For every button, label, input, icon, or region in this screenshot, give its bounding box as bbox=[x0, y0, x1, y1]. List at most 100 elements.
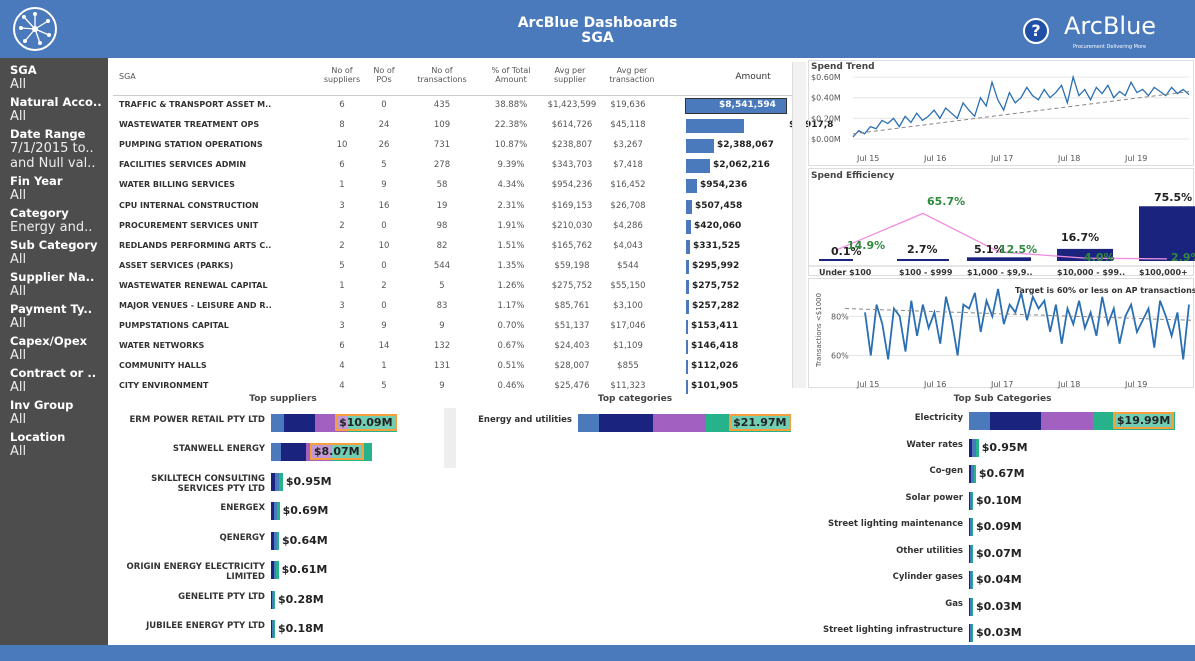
top-suppliers-scrollbar[interactable] bbox=[444, 408, 456, 468]
filter-value[interactable]: 7/1/2015 to.. bbox=[10, 141, 108, 156]
bar-row[interactable]: Other utilities $0.07M bbox=[815, 541, 1190, 568]
amount-bar[interactable] bbox=[686, 179, 697, 194]
sga-table-scrollbar[interactable] bbox=[792, 62, 806, 388]
amount-bar[interactable] bbox=[686, 199, 692, 214]
filter-value[interactable]: All bbox=[10, 188, 108, 203]
table-row[interactable]: TRAFFIC & TRANSPORT ASSET M.. 6 0 435 38.88%… bbox=[113, 96, 803, 116]
stacked-bar[interactable] bbox=[271, 561, 279, 580]
filter-value[interactable]: All bbox=[10, 316, 108, 331]
filter-value[interactable]: All bbox=[10, 284, 108, 299]
amount-bar[interactable] bbox=[686, 279, 689, 294]
bar-row[interactable]: GENELITE PTY LTD $0.28M bbox=[113, 585, 443, 615]
table-row[interactable]: ASSET SERVICES (PARKS) 5 0 544 1.35% $59,198 $… bbox=[113, 257, 803, 277]
bar-row[interactable]: Co-gen $0.67M bbox=[815, 461, 1190, 488]
filter-6[interactable]: Supplier Na.. All bbox=[10, 271, 108, 299]
column-header[interactable]: Avg per supplier bbox=[545, 66, 595, 84]
bar-row[interactable]: Street lighting infrastructure $0.03M bbox=[815, 620, 1190, 647]
stacked-bar[interactable] bbox=[969, 544, 973, 563]
filter-11[interactable]: Location All bbox=[10, 431, 108, 459]
amount-bar[interactable] bbox=[686, 119, 744, 134]
filter-value[interactable]: All bbox=[10, 77, 108, 92]
stacked-bar[interactable] bbox=[969, 491, 973, 510]
filter-10[interactable]: Inv Group All bbox=[10, 399, 108, 427]
table-row[interactable]: WASTEWATER RENEWAL CAPITAL 1 2 5 1.26% $275,7… bbox=[113, 277, 803, 297]
column-header[interactable]: No of transactions bbox=[409, 66, 475, 84]
filter-4[interactable]: Category Energy and.. bbox=[10, 207, 108, 235]
filter-value[interactable]: Energy and.. bbox=[10, 220, 108, 235]
sga-pos: 1 bbox=[381, 361, 387, 372]
filter-0[interactable]: SGA All bbox=[10, 64, 108, 92]
table-row[interactable]: MAJOR VENUES - LEISURE AND R.. 3 0 83 1.17% $… bbox=[113, 297, 803, 317]
column-header[interactable]: No of POs bbox=[369, 66, 399, 84]
amount-bar[interactable] bbox=[686, 159, 710, 174]
stacked-bar[interactable] bbox=[969, 571, 973, 590]
filter-1[interactable]: Natural Acco.. All bbox=[10, 96, 108, 124]
column-header[interactable]: Avg per transaction bbox=[603, 66, 661, 84]
stacked-bar[interactable] bbox=[969, 518, 973, 537]
bar-row[interactable]: Water rates $0.95M bbox=[815, 435, 1190, 462]
filter-value[interactable]: All bbox=[10, 380, 108, 395]
filter-value[interactable]: All bbox=[10, 252, 108, 267]
bar-row[interactable]: Solar power $0.10M bbox=[815, 488, 1190, 515]
filter-8[interactable]: Capex/Opex All bbox=[10, 335, 108, 363]
bar-row[interactable]: Cylinder gases $0.04M bbox=[815, 567, 1190, 594]
filter-value[interactable]: All bbox=[10, 109, 108, 124]
stacked-bar[interactable] bbox=[271, 472, 283, 491]
stacked-bar[interactable] bbox=[969, 624, 973, 643]
table-row[interactable]: WATER NETWORKS 6 14 132 0.67% $24,403 $1,109 $1… bbox=[113, 337, 803, 357]
column-header[interactable]: % of Total Amount bbox=[483, 66, 539, 84]
table-row[interactable]: PUMPING STATION OPERATIONS 10 26 731 10.87% $… bbox=[113, 136, 803, 156]
filter-value[interactable]: All bbox=[10, 444, 108, 459]
amount-bar[interactable] bbox=[686, 259, 689, 274]
table-row[interactable]: REDLANDS PERFORMING ARTS C.. 2 10 82 1.51% $1… bbox=[113, 237, 803, 257]
filter-2[interactable]: Date Range 7/1/2015 to.. and Null val.. bbox=[10, 128, 108, 171]
bar-row[interactable]: Street lighting maintenance $0.09M bbox=[815, 514, 1190, 541]
stacked-bar[interactable] bbox=[271, 531, 279, 550]
bar-row[interactable]: Energy and utilities $21.97M bbox=[460, 408, 810, 438]
table-row[interactable]: WATER BILLING SERVICES 1 9 58 4.34% $954,236 $… bbox=[113, 176, 803, 196]
column-header[interactable]: No of suppliers bbox=[321, 66, 363, 84]
bar-row[interactable]: QENERGY $0.64M bbox=[113, 526, 443, 556]
stacked-bar[interactable] bbox=[271, 502, 280, 521]
bar-row[interactable]: ORIGIN ENERGY ELECTRICITY LIMITED $0.61M bbox=[113, 556, 443, 586]
bar-row[interactable]: SKILLTECH CONSULTING SERVICES PTY LTD $0.… bbox=[113, 467, 443, 497]
bar-row[interactable]: Electricity $19.99M bbox=[815, 408, 1190, 435]
filter-3[interactable]: Fin Year All bbox=[10, 175, 108, 203]
table-row[interactable]: COMMUNITY HALLS 4 1 131 0.51% $28,007 $855 $112… bbox=[113, 357, 803, 377]
filter-value[interactable]: All bbox=[10, 412, 108, 427]
bar-segment bbox=[271, 413, 284, 432]
stacked-bar[interactable] bbox=[969, 465, 976, 484]
amount-bar[interactable] bbox=[686, 380, 688, 395]
amount-bar[interactable] bbox=[686, 300, 689, 314]
table-row[interactable]: PUMPSTATIONS CAPITAL 3 9 9 0.70% $51,137 $17,0… bbox=[113, 317, 803, 337]
bar-row[interactable]: ENERGEX $0.69M bbox=[113, 497, 443, 527]
table-row[interactable]: PROCUREMENT SERVICES UNIT 2 0 98 1.91% $210,0… bbox=[113, 217, 803, 237]
amount-label: $954,236 bbox=[700, 180, 748, 191]
help-icon[interactable]: ? bbox=[1023, 18, 1049, 44]
table-row[interactable]: FACILITIES SERVICES ADMIN 6 5 278 9.39% $343,… bbox=[113, 156, 803, 176]
filter-5[interactable]: Sub Category All bbox=[10, 239, 108, 267]
amount-bar[interactable] bbox=[686, 340, 688, 355]
amount-bar[interactable] bbox=[686, 219, 691, 234]
table-row[interactable]: CPU INTERNAL CONSTRUCTION 3 16 19 2.31% $169,… bbox=[113, 197, 803, 217]
amount-bar[interactable] bbox=[686, 360, 688, 375]
amount-bar[interactable] bbox=[686, 320, 688, 335]
bar-segment bbox=[271, 443, 282, 462]
table-row[interactable]: WASTEWATER TREATMENT OPS 8 24 109 22.38% $614… bbox=[113, 116, 833, 136]
bar-row[interactable]: ERM POWER RETAIL PTY LTD $10.09M bbox=[113, 408, 443, 438]
stacked-bar[interactable] bbox=[271, 590, 275, 609]
stacked-bar[interactable] bbox=[969, 438, 979, 457]
filter-7[interactable]: Payment Ty.. All bbox=[10, 303, 108, 331]
amount-bar[interactable] bbox=[686, 139, 714, 154]
column-header[interactable]: SGA bbox=[119, 72, 229, 81]
stacked-bar[interactable] bbox=[271, 620, 275, 639]
bar-row[interactable]: STANWELL ENERGY $8.07M bbox=[113, 438, 443, 468]
filter-value[interactable]: All bbox=[10, 348, 108, 363]
stacked-bar[interactable] bbox=[969, 597, 973, 616]
bar-row[interactable]: JUBILEE ENERGY PTY LTD $0.18M bbox=[113, 615, 443, 645]
bar-row[interactable]: Gas $0.03M bbox=[815, 594, 1190, 621]
filter-value-2[interactable]: and Null val.. bbox=[10, 156, 108, 171]
filter-9[interactable]: Contract or .. All bbox=[10, 367, 108, 395]
amount-bar[interactable] bbox=[686, 239, 690, 254]
filter-title: Contract or .. bbox=[10, 367, 97, 380]
